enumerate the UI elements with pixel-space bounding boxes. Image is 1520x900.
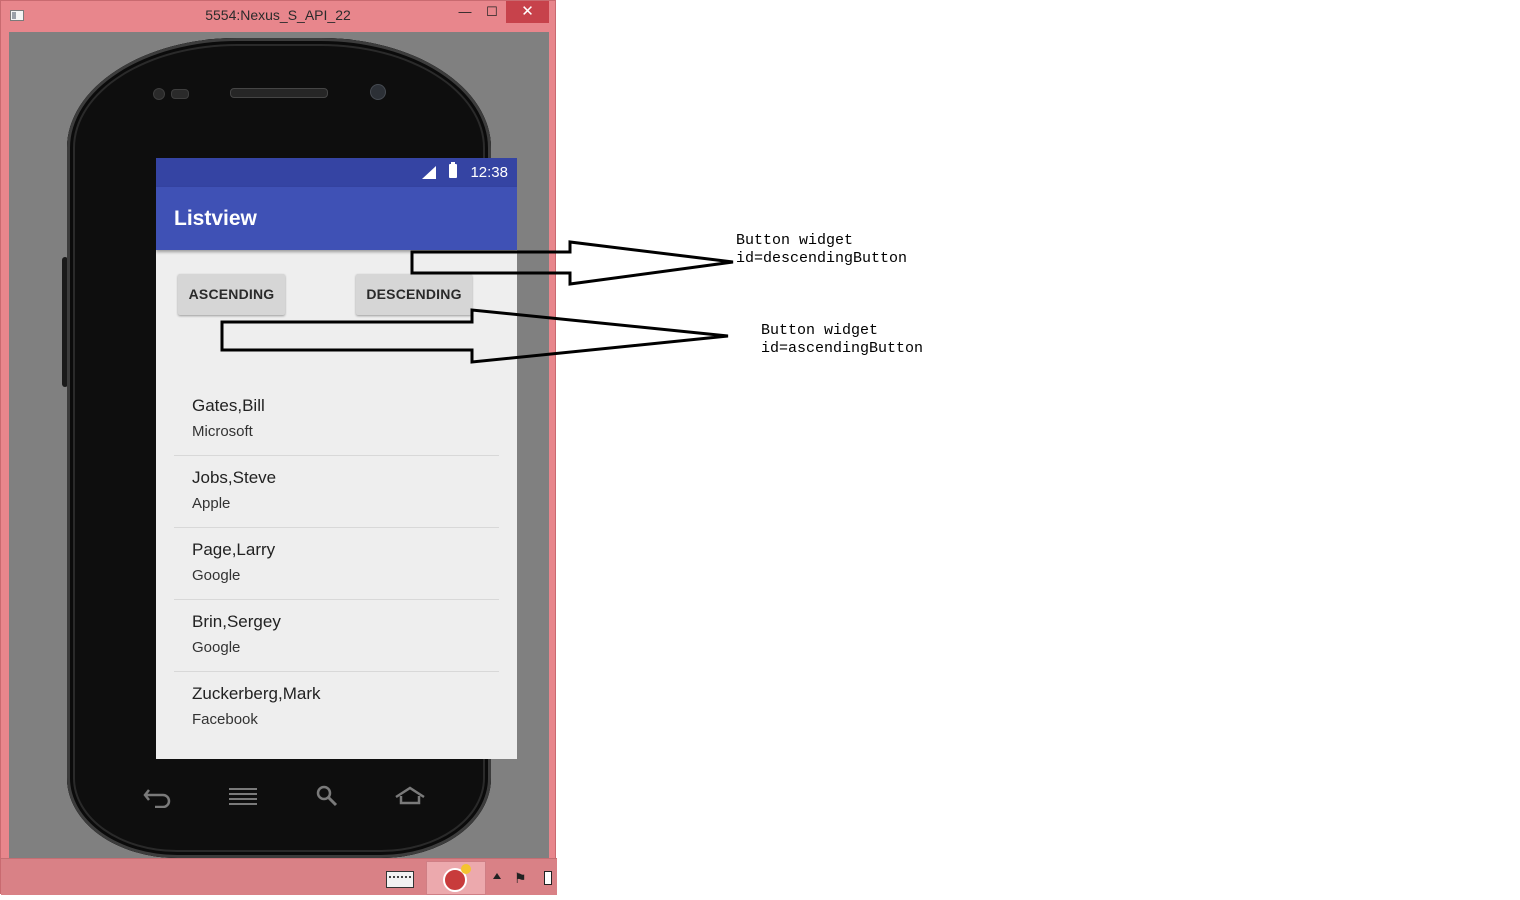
- annotation-line: Button widget: [761, 322, 879, 339]
- annotation-arrows: [220, 240, 734, 364]
- arrow-to-descending-label: [410, 240, 734, 286]
- annotation-line: id=ascendingButton: [761, 340, 924, 357]
- arrow-to-ascending-label: [220, 308, 729, 364]
- annotation-line: Button widget: [736, 232, 854, 249]
- annotation-line: id=descendingButton: [736, 250, 908, 267]
- ascending-annotation: Button widget id=ascendingButton: [761, 322, 923, 358]
- descending-annotation: Button widget id=descendingButton: [736, 232, 907, 268]
